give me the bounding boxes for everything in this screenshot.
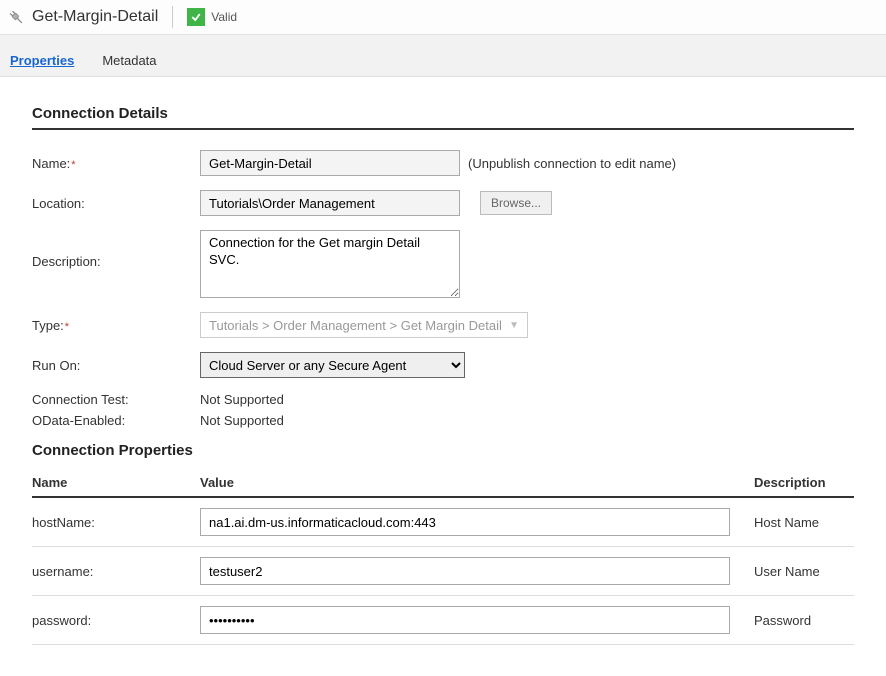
tab-properties[interactable]: Properties	[10, 53, 74, 68]
label-type: Type:	[32, 318, 200, 333]
type-value: Tutorials > Order Management > Get Margi…	[209, 318, 502, 333]
name-input[interactable]	[200, 150, 460, 176]
prop-name: username:	[32, 564, 200, 579]
label-odata: OData-Enabled:	[32, 413, 200, 428]
prop-desc: Host Name	[754, 515, 854, 530]
header-divider	[172, 6, 173, 28]
label-description: Description:	[32, 230, 200, 269]
table-row: username: User Name	[32, 547, 854, 596]
connection-test-value: Not Supported	[200, 392, 284, 407]
description-textarea[interactable]: Connection for the Get margin Detail SVC…	[200, 230, 460, 298]
row-location: Location: Browse...	[32, 190, 854, 216]
status-badge: Valid	[187, 8, 237, 26]
status-text: Valid	[211, 10, 237, 24]
prop-name: password:	[32, 613, 200, 628]
tab-bar: Properties Metadata	[0, 35, 886, 77]
row-description: Description: Connection for the Get marg…	[32, 230, 854, 298]
name-hint: (Unpublish connection to edit name)	[468, 156, 676, 171]
col-header-name: Name	[32, 475, 200, 490]
type-select: Tutorials > Order Management > Get Margi…	[200, 312, 528, 338]
col-header-value: Value	[200, 475, 754, 490]
hostname-input[interactable]	[200, 508, 730, 536]
check-icon	[187, 8, 205, 26]
section-connection-details-title: Connection Details	[32, 105, 854, 130]
page-header: Get-Margin-Detail Valid	[0, 0, 886, 35]
section-connection-properties-title: Connection Properties	[32, 442, 854, 465]
page-title: Get-Margin-Detail	[32, 8, 158, 26]
username-input[interactable]	[200, 557, 730, 585]
tab-metadata[interactable]: Metadata	[102, 53, 156, 68]
prop-desc: User Name	[754, 564, 854, 579]
row-run-on: Run On: Cloud Server or any Secure Agent	[32, 352, 854, 378]
run-on-select[interactable]: Cloud Server or any Secure Agent	[200, 352, 465, 378]
table-row: hostName: Host Name	[32, 498, 854, 547]
row-connection-test: Connection Test: Not Supported	[32, 392, 854, 407]
label-connection-test: Connection Test:	[32, 392, 200, 407]
properties-table-header: Name Value Description	[32, 475, 854, 498]
label-name: Name:	[32, 156, 200, 171]
content-area: Connection Details Name: (Unpublish conn…	[0, 77, 886, 665]
label-run-on: Run On:	[32, 358, 200, 373]
chevron-down-icon: ▼	[509, 320, 519, 331]
label-location: Location:	[32, 196, 200, 211]
table-row: password: Password	[32, 596, 854, 645]
prop-name: hostName:	[32, 515, 200, 530]
row-odata: OData-Enabled: Not Supported	[32, 413, 854, 428]
password-input[interactable]	[200, 606, 730, 634]
row-type: Type: Tutorials > Order Management > Get…	[32, 312, 854, 338]
prop-desc: Password	[754, 613, 854, 628]
connection-icon	[6, 7, 26, 27]
row-name: Name: (Unpublish connection to edit name…	[32, 150, 854, 176]
location-input[interactable]	[200, 190, 460, 216]
col-header-description: Description	[754, 475, 854, 490]
browse-button[interactable]: Browse...	[480, 191, 552, 215]
odata-value: Not Supported	[200, 413, 284, 428]
